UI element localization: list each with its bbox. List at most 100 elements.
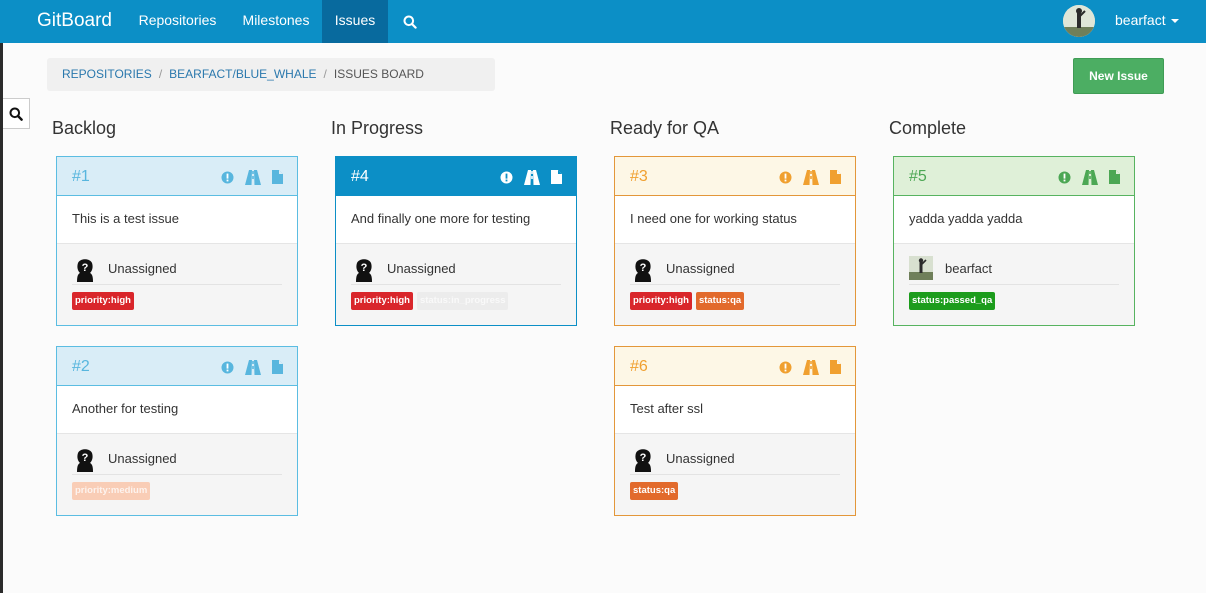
label-priority-medium[interactable]: priority:medium — [72, 482, 151, 500]
file-icon[interactable] — [1109, 170, 1120, 184]
unassigned-avatar-icon: ? — [630, 256, 656, 282]
unassigned-avatar-icon: ? — [630, 446, 656, 472]
search-icon — [403, 15, 417, 29]
issue-title[interactable]: yadda yadda yadda — [894, 196, 1134, 244]
assignee[interactable]: ? Unassigned — [630, 253, 840, 285]
exclamation-circle-icon[interactable] — [779, 361, 792, 374]
assignee[interactable]: ? Unassigned — [72, 253, 282, 285]
breadcrumb-separator: / — [323, 67, 327, 81]
issue-card[interactable]: #1 This is a test issue ? Unassigned pri… — [56, 156, 298, 326]
new-issue-button[interactable]: New Issue — [1073, 58, 1164, 94]
assignee[interactable]: ? Unassigned — [72, 443, 282, 475]
brand-logo[interactable]: GitBoard — [37, 0, 112, 43]
breadcrumb-current: ISSUES BOARD — [333, 67, 424, 81]
column-title-ready-for-qa: Ready for QA — [610, 118, 720, 138]
column-title-in-progress: In Progress — [331, 118, 424, 138]
issue-card[interactable]: #4 And finally one more for testing ? Un… — [335, 156, 577, 326]
unassigned-avatar-icon: ? — [351, 256, 377, 282]
assignee[interactable]: bearfact — [909, 253, 1119, 285]
issue-title[interactable]: I need one for working status — [615, 196, 855, 244]
label-status-in-progress[interactable]: status:in_progress — [416, 292, 509, 310]
card-header: #6 — [615, 347, 855, 386]
assignee[interactable]: ? Unassigned — [630, 443, 840, 475]
issue-card[interactable]: #2 Another for testing ? Unassigned prio… — [56, 346, 298, 516]
road-icon[interactable] — [803, 169, 819, 185]
breadcrumb-separator: / — [158, 67, 163, 81]
assignee-name: bearfact — [945, 261, 992, 276]
file-icon[interactable] — [830, 360, 841, 374]
label-status-qa[interactable]: status:qa — [695, 292, 745, 310]
assignee-name: Unassigned — [666, 451, 735, 466]
issue-number[interactable]: #5 — [909, 157, 927, 196]
top-navbar: GitBoard Repositories Milestones Issues … — [0, 0, 1206, 43]
issue-title[interactable]: This is a test issue — [57, 196, 297, 244]
issue-number[interactable]: #3 — [630, 157, 648, 196]
search-icon — [9, 107, 23, 121]
road-icon[interactable] — [524, 169, 540, 185]
nav-milestones[interactable]: Milestones — [230, 0, 322, 43]
issue-number[interactable]: #6 — [630, 347, 648, 386]
exclamation-circle-icon[interactable] — [221, 171, 234, 184]
labels: status:passed_qa — [909, 292, 999, 310]
road-icon[interactable] — [1082, 169, 1098, 185]
side-search-button[interactable] — [3, 98, 30, 129]
nav-issues[interactable]: Issues — [322, 0, 388, 43]
unassigned-avatar-icon: ? — [72, 256, 98, 282]
file-icon[interactable] — [272, 170, 283, 184]
road-icon[interactable] — [245, 359, 261, 375]
chevron-down-icon — [1170, 19, 1179, 24]
card-header: #2 — [57, 347, 297, 386]
svg-text:?: ? — [640, 452, 647, 464]
issue-card[interactable]: #6 Test after ssl ? Unassigned status:qa — [614, 346, 856, 516]
assignee-name: Unassigned — [108, 451, 177, 466]
card-header: #3 — [615, 157, 855, 196]
user-avatar — [909, 255, 935, 282]
labels: status:qa — [630, 482, 682, 500]
issue-title[interactable]: And finally one more for testing — [336, 196, 576, 244]
issue-title[interactable]: Test after ssl — [615, 386, 855, 434]
assignee-name: Unassigned — [666, 261, 735, 276]
breadcrumb: REPOSITORIES / BEARFACT/BLUE_WHALE / ISSUES … — [47, 58, 495, 91]
nav-search-button[interactable] — [392, 0, 428, 43]
svg-text:?: ? — [82, 262, 89, 274]
file-icon[interactable] — [551, 170, 562, 184]
label-priority-high[interactable]: priority:high — [630, 292, 692, 310]
svg-text:?: ? — [82, 452, 89, 464]
issue-title[interactable]: Another for testing — [57, 386, 297, 434]
assignee[interactable]: ? Unassigned — [351, 253, 561, 285]
card-header: #1 — [57, 157, 297, 196]
issue-card[interactable]: #3 I need one for working status ? Unass… — [614, 156, 856, 326]
assignee-name: Unassigned — [387, 261, 456, 276]
breadcrumb-repo[interactable]: BEARFACT/BLUE_WHALE — [169, 67, 316, 81]
issue-number[interactable]: #1 — [72, 157, 90, 196]
unassigned-avatar-icon: ? — [72, 446, 98, 472]
labels: priority:high status:qa — [630, 292, 748, 310]
card-header: #4 — [336, 157, 576, 196]
user-name: bearfact — [1115, 12, 1166, 28]
label-status-passed-qa[interactable]: status:passed_qa — [909, 292, 996, 310]
issue-number[interactable]: #4 — [351, 157, 369, 196]
road-icon[interactable] — [803, 359, 819, 375]
file-icon[interactable] — [830, 170, 841, 184]
labels: priority:medium — [72, 482, 154, 500]
exclamation-circle-icon[interactable] — [779, 171, 792, 184]
svg-text:?: ? — [640, 262, 647, 274]
issue-number[interactable]: #2 — [72, 347, 90, 386]
road-icon[interactable] — [245, 169, 261, 185]
nav-repositories[interactable]: Repositories — [127, 0, 228, 43]
label-status-qa[interactable]: status:qa — [630, 482, 679, 500]
file-icon[interactable] — [272, 360, 283, 374]
exclamation-circle-icon[interactable] — [221, 361, 234, 374]
card-header: #5 — [894, 157, 1134, 196]
labels: priority:high status:in_progress — [351, 292, 512, 310]
column-title-complete: Complete — [889, 118, 967, 138]
user-menu[interactable]: bearfact — [1115, 0, 1179, 43]
label-priority-high[interactable]: priority:high — [351, 292, 413, 310]
label-priority-high[interactable]: priority:high — [72, 292, 134, 310]
assignee-name: Unassigned — [108, 261, 177, 276]
user-avatar[interactable] — [1063, 5, 1095, 37]
exclamation-circle-icon[interactable] — [1058, 171, 1071, 184]
exclamation-circle-icon[interactable] — [500, 171, 513, 184]
issue-card[interactable]: #5 yadda yadda yadda bearfact status:pas… — [893, 156, 1135, 326]
breadcrumb-repositories[interactable]: REPOSITORIES — [62, 67, 152, 81]
